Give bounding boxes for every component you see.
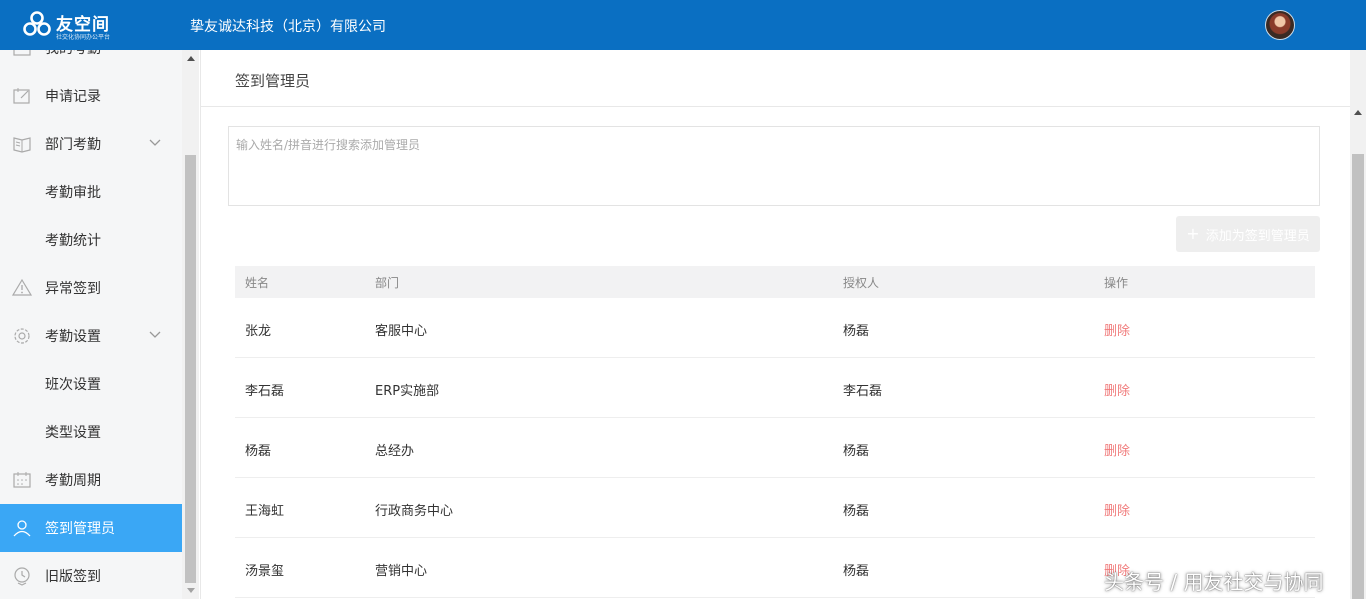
scrollbar-thumb[interactable] [1352,154,1364,599]
sidebar-item-label: 考勤设置 [45,329,101,345]
cell-grantor: 杨磊 [843,564,870,579]
cell-grantor: 杨磊 [843,444,870,459]
sidebar-item-label: 部门考勤 [45,137,101,153]
sidebar-item-dept-attendance[interactable]: 部门考勤 [0,120,182,168]
cell-name: 李石磊 [245,384,285,399]
scroll-up-arrow-icon[interactable] [187,56,195,61]
scroll-down-arrow-icon[interactable] [187,588,195,593]
calendar-grid-icon [13,472,31,488]
sidebar-item-label: 签到管理员 [45,521,115,537]
cell-dept: 客服中心 [375,324,428,339]
sidebar-item-label: 考勤审批 [45,185,101,201]
sidebar-item-settings[interactable]: 考勤设置 [0,312,182,360]
sidebar-item-approval[interactable]: 考勤审批 [0,168,182,216]
chevron-down-icon [149,331,161,338]
column-header-dept: 部门 [375,276,400,290]
add-admin-button-label: 添加为签到管理员 [1205,228,1310,244]
table-row: 李石磊 ERP实施部 李石磊 删除 [235,358,1315,418]
table-header: 姓名 部门 授权人 操作 [235,266,1315,298]
delete-link[interactable]: 删除 [1104,500,1130,519]
sidebar-item-abnormal[interactable]: 异常签到 [0,264,182,312]
cell-dept: ERP实施部 [375,384,440,399]
watermark: 头条号 / 用友社交与协同 [1104,570,1324,594]
sidebar-item-label: 考勤统计 [45,233,101,249]
user-avatar[interactable] [1265,10,1295,40]
logo[interactable]: 友空间 社交化协同办公平台 [22,8,132,42]
add-admin-button[interactable]: + 添加为签到管理员 [1176,216,1320,252]
warning-icon [12,278,32,296]
column-header-grantor: 授权人 [843,276,880,290]
sidebar-item-requests[interactable]: 申请记录 [0,72,182,120]
sidebar-item-statistics[interactable]: 考勤统计 [0,216,182,264]
table-row: 王海虹 行政商务中心 杨磊 删除 [235,478,1315,538]
admin-search-box [228,126,1320,206]
cell-name: 汤景玺 [245,564,285,579]
gear-icon [14,328,30,344]
admin-table: 姓名 部门 授权人 操作 张龙 客服中心 杨磊 删除 李石磊 ERP实施部 李石… [235,266,1315,598]
cell-name: 王海虹 [245,504,285,519]
cell-grantor: 杨磊 [843,324,870,339]
sidebar-item-label: 旧版签到 [45,569,101,585]
table-row: 杨磊 总经办 杨磊 删除 [235,418,1315,478]
sidebar-item-type[interactable]: 类型设置 [0,408,182,456]
column-header-name: 姓名 [245,276,270,290]
user-icon [13,520,31,537]
sidebar-item-period[interactable]: 考勤周期 [0,456,182,504]
scrollbar-thumb[interactable] [185,155,196,583]
chevron-down-icon [149,139,161,146]
cell-name: 张龙 [245,324,272,339]
cell-grantor: 杨磊 [843,504,870,519]
sidebar-item-checkin-admin[interactable]: 签到管理员 [0,504,182,552]
sidebar: 我的考勤 申请记录 部门考勤 考勤审批 考勤统计 异常签到 考勤设置 班次设置 … [0,50,182,599]
sidebar-item-label: 异常签到 [45,281,101,297]
location-clock-icon [14,567,30,586]
plus-icon: + [1186,224,1200,243]
sidebar-item-label: 申请记录 [45,89,101,105]
sidebar-item-shift[interactable]: 班次设置 [0,360,182,408]
table-row: 张龙 客服中心 杨磊 删除 [235,298,1315,358]
main-content: 签到管理员 + 添加为签到管理员 姓名 部门 授权人 操作 张龙 客服中心 杨磊… [200,50,1351,599]
cell-dept: 行政商务中心 [375,504,454,519]
sidebar-item-label: 类型设置 [45,425,101,441]
book-icon [13,137,31,153]
sidebar-scrollbar[interactable] [182,50,199,599]
edit-note-icon [13,88,30,104]
cell-dept: 营销中心 [375,564,428,579]
sidebar-item-my-attendance[interactable]: 我的考勤 [0,50,182,72]
column-header-action: 操作 [1104,276,1129,290]
delete-link[interactable]: 删除 [1104,440,1130,459]
top-header: 友空间 社交化协同办公平台 挚友诚达科技（北京）有限公司 [0,0,1366,50]
company-name: 挚友诚达科技（北京）有限公司 [190,19,386,35]
scroll-up-arrow-icon[interactable] [1354,110,1362,115]
calendar-icon [13,50,31,56]
cell-name: 杨磊 [245,444,272,459]
sidebar-item-label: 考勤周期 [45,473,101,489]
sidebar-item-label: 我的考勤 [45,50,101,58]
page-title: 签到管理员 [235,72,311,90]
logo-icon [23,11,51,36]
delete-link[interactable]: 删除 [1104,320,1130,339]
main-scrollbar[interactable] [1350,50,1366,599]
delete-link[interactable]: 删除 [1104,380,1130,399]
admin-search-input[interactable] [229,127,1319,205]
sidebar-item-legacy-checkin[interactable]: 旧版签到 [0,552,182,599]
sidebar-item-label: 班次设置 [45,377,101,393]
logo-tagline: 社交化协同办公平台 [56,34,111,41]
cell-dept: 总经办 [375,444,415,459]
cell-grantor: 李石磊 [843,384,883,399]
divider [201,106,1351,107]
